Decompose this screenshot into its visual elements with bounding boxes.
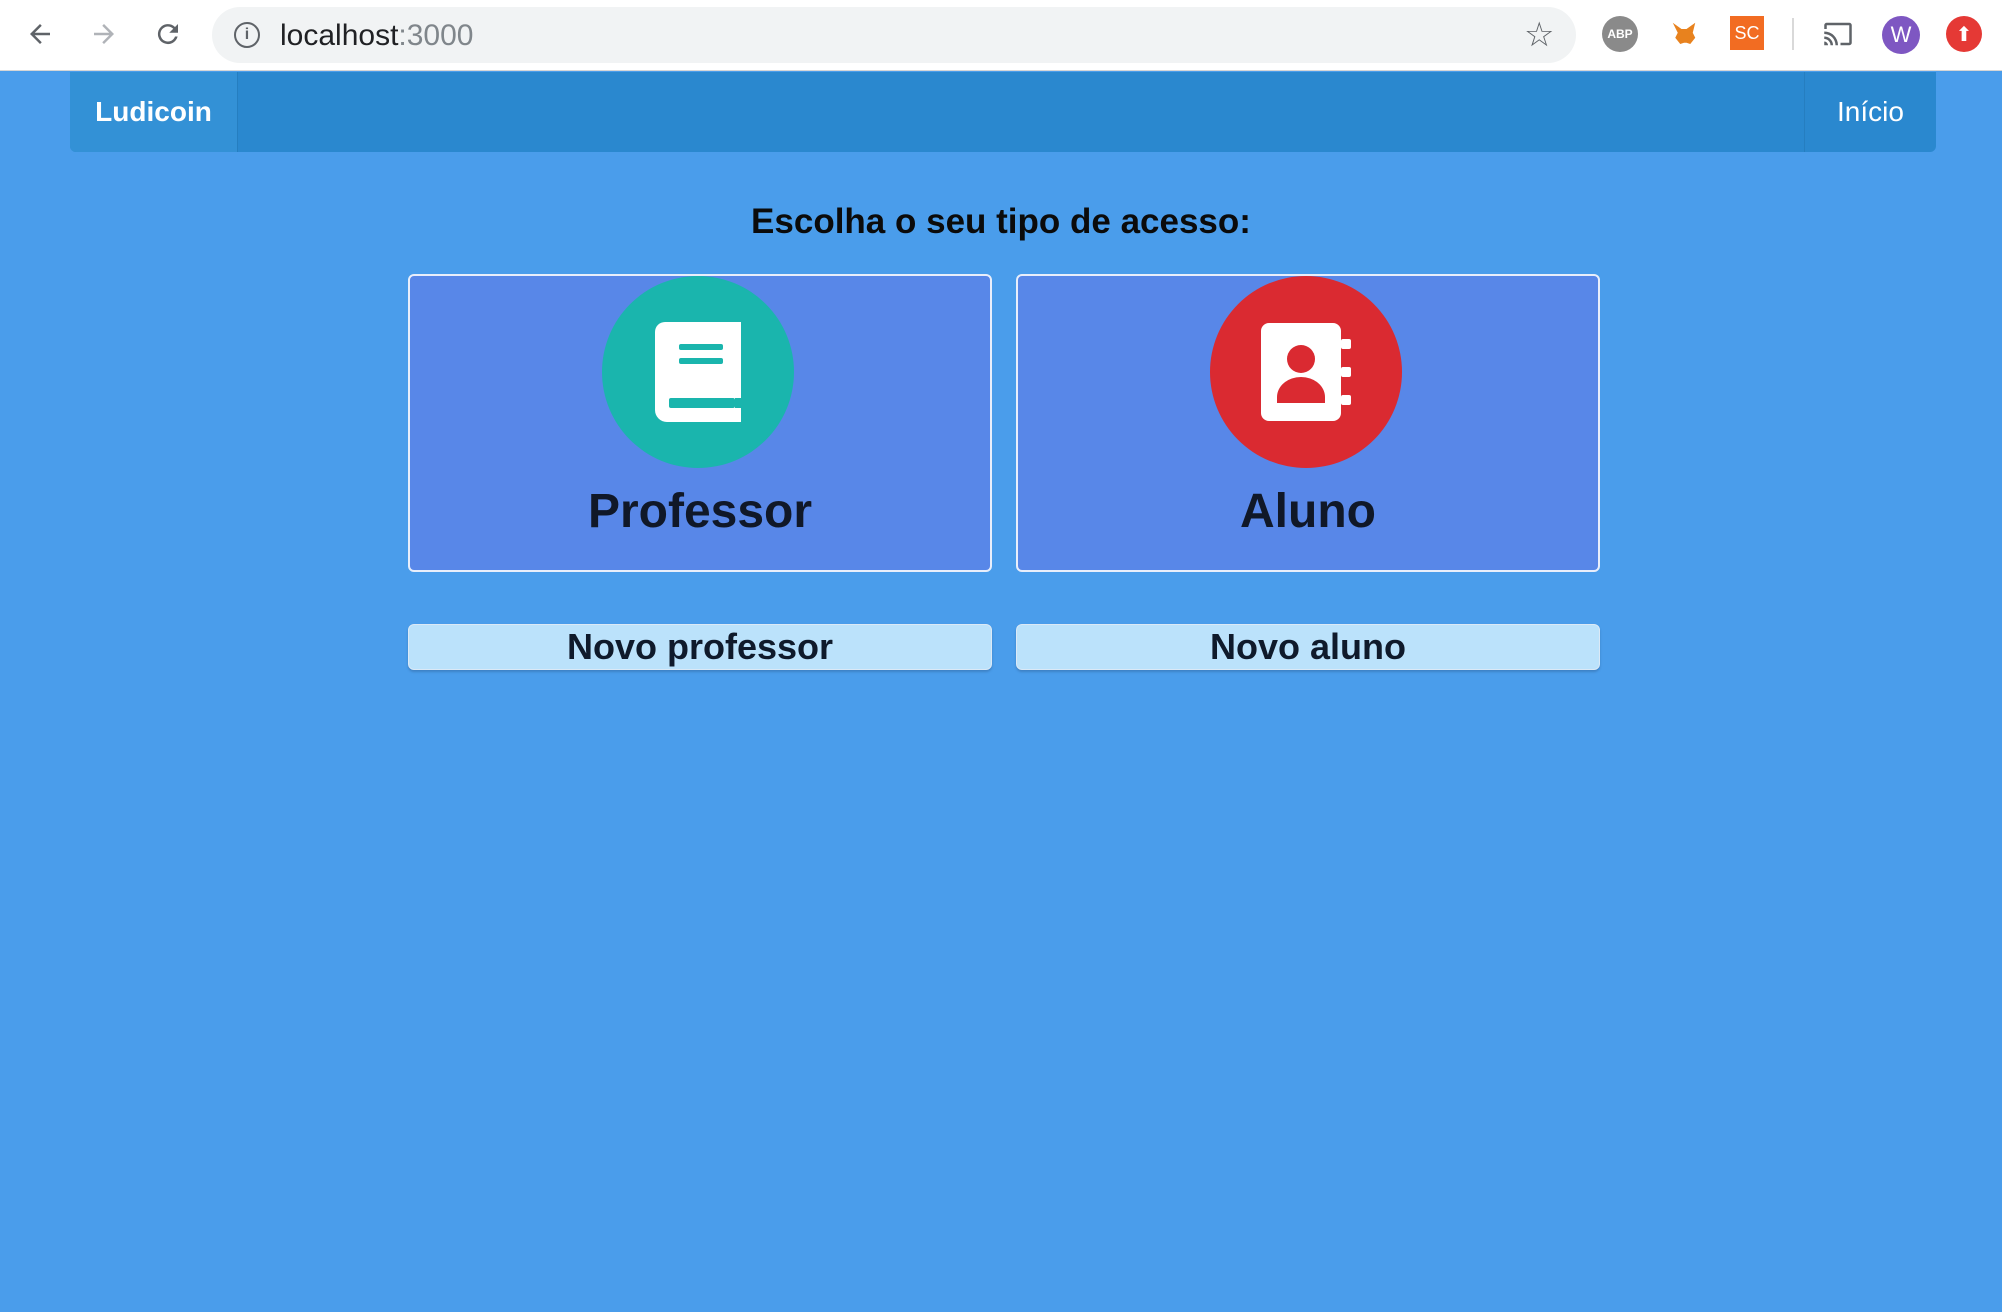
reload-icon	[157, 24, 178, 45]
metamask-fox-icon[interactable]	[1666, 16, 1702, 52]
novo-professor-button[interactable]: Novo professor	[408, 624, 992, 670]
book-icon	[655, 322, 741, 422]
aluno-icon-circle	[1210, 276, 1402, 468]
info-icon[interactable]: i	[234, 22, 260, 48]
arrow-right-icon	[94, 24, 114, 44]
professor-card[interactable]: Professor	[408, 274, 992, 572]
app-navbar: Ludicoin Início	[70, 72, 1936, 152]
bookmark-star-icon[interactable]: ☆	[1524, 17, 1554, 53]
forward-button[interactable]	[84, 14, 124, 54]
address-bar[interactable]: i localhost:3000 ☆	[212, 7, 1576, 63]
update-arrow-icon[interactable]: ⬆	[1946, 16, 1982, 52]
adblock-extension-icon[interactable]: ABP	[1602, 16, 1638, 52]
brand-logo[interactable]: Ludicoin	[70, 72, 238, 152]
url-host: localhost	[280, 19, 399, 52]
toolbar-divider	[1792, 18, 1794, 50]
novo-aluno-button[interactable]: Novo aluno	[1016, 624, 1600, 670]
back-button[interactable]	[20, 14, 60, 54]
browser-toolbar: i localhost:3000 ☆ ABP SC W ⬆	[0, 0, 2002, 71]
fox-icon-shape	[1672, 22, 1696, 44]
sc-extension-icon[interactable]: SC	[1730, 16, 1764, 50]
page-heading: Escolha o seu tipo de acesso:	[751, 202, 1251, 241]
cast-button[interactable]	[1820, 16, 1856, 52]
aluno-card[interactable]: Aluno	[1016, 274, 1600, 572]
avatar-initial: W	[1890, 22, 1912, 47]
address-book-icon	[1261, 323, 1351, 421]
profile-avatar[interactable]: W	[1882, 16, 1920, 54]
reload-button[interactable]	[148, 14, 188, 54]
abp-label: ABP	[1607, 27, 1633, 41]
nav-link-inicio[interactable]: Início	[1804, 72, 1936, 152]
sc-label: SC	[1734, 22, 1760, 43]
url-port: :3000	[398, 19, 474, 52]
url-text[interactable]: localhost:3000	[280, 19, 473, 53]
professor-icon-circle	[602, 276, 794, 468]
professor-label: Professor	[587, 485, 813, 538]
cast-icon	[1824, 22, 1852, 46]
arrow-left-icon	[30, 24, 50, 44]
aluno-label: Aluno	[1240, 485, 1376, 538]
